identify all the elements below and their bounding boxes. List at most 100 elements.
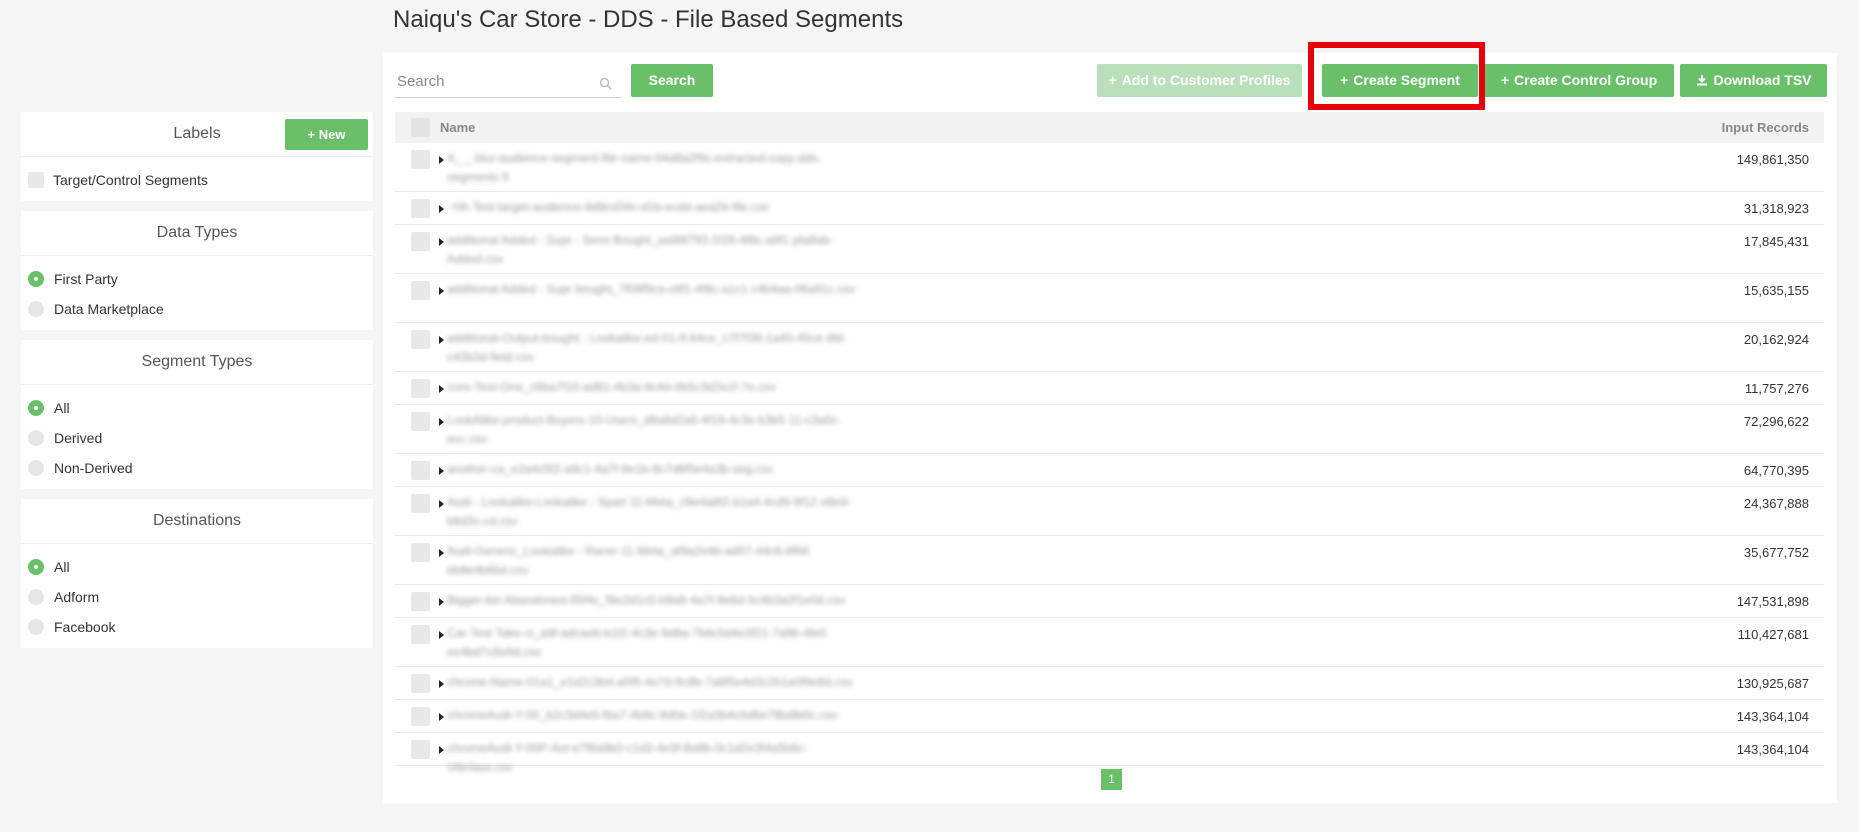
segment-type-non-derived[interactable]: Non-Derived — [21, 453, 373, 483]
table-row[interactable]: additional-Output-bought - Lookalike-ed-… — [395, 323, 1824, 372]
expand-caret-icon[interactable] — [439, 238, 444, 246]
segment-types-panel: Segment Types All Derived Non-Derived — [21, 340, 373, 489]
segment-name[interactable]: Audi-Generic_Lookalike - Racer-11-Meta_a… — [447, 542, 867, 580]
column-records-header[interactable]: Input Records — [1722, 120, 1824, 135]
destination-facebook[interactable]: Facebook — [21, 612, 373, 642]
row-checkbox[interactable] — [411, 543, 430, 562]
add-to-customer-profiles-button[interactable]: + Add to Customer Profiles — [1097, 64, 1302, 97]
segment-name[interactable]: additional-Output-bought - Lookalike-ed-… — [447, 329, 867, 367]
download-tsv-label: Download TSV — [1713, 72, 1812, 88]
row-checkbox[interactable] — [411, 592, 430, 611]
row-checkbox[interactable] — [411, 232, 430, 251]
table-row[interactable]: chromeAudi-Y-00_b2c3d4e5-f6a7-4b8c-9d0e-… — [395, 700, 1824, 733]
new-label-button[interactable]: + New — [285, 119, 368, 150]
expand-caret-icon[interactable] — [439, 418, 444, 426]
plus-icon: + — [1500, 72, 1510, 88]
radio-selected[interactable] — [28, 400, 44, 416]
expand-caret-icon[interactable] — [439, 631, 444, 639]
row-checkbox[interactable] — [411, 199, 430, 218]
page-title: Naiqu's Car Store - DDS - File Based Seg… — [393, 6, 904, 33]
radio-selected[interactable] — [28, 271, 44, 287]
segment-name[interactable]: core-Test-One_c6ba7f10-ad81-4b3a-9c4d-0b… — [447, 378, 867, 397]
search-input[interactable] — [395, 67, 597, 95]
download-tsv-button[interactable]: Download TSV — [1680, 64, 1827, 97]
segment-name[interactable]: additional Added - Supr bought_7f09f9ca-… — [447, 280, 867, 299]
expand-caret-icon[interactable] — [439, 205, 444, 213]
segment-type-derived[interactable]: Derived — [21, 423, 373, 453]
destination-adform[interactable]: Adform — [21, 582, 373, 612]
destination-all[interactable]: All — [21, 552, 373, 582]
segment-name[interactable]: A_ _ blur-audience-segment-file-name-04d… — [447, 149, 867, 187]
segment-name[interactable]: Car-Test Take-ci_a9f-adcaeb-b1f2-4c3e-9d… — [447, 624, 867, 662]
label-item-text: Target/Control Segments — [53, 172, 208, 188]
expand-caret-icon[interactable] — [439, 385, 444, 393]
pagination-page-1[interactable]: 1 — [1101, 769, 1122, 790]
segment-name[interactable]: Bigger-list-Abandoned-05f4c_f8e2d1c0-b9a… — [447, 591, 867, 610]
segments-panel: Search +Add to Customer Profiles +Create… — [383, 53, 1837, 803]
table-row[interactable]: additional Added - Supr - Semi Bought_aa… — [395, 225, 1824, 274]
expand-caret-icon[interactable] — [439, 746, 444, 754]
segment-type-all[interactable]: All — [21, 393, 373, 423]
expand-caret-icon[interactable] — [439, 549, 444, 557]
expand-caret-icon[interactable] — [439, 156, 444, 164]
row-checkbox[interactable] — [411, 281, 430, 300]
table-row[interactable]: Bigger-list-Abandoned-05f4c_f8e2d1c0-b9a… — [395, 585, 1824, 618]
search-button[interactable]: Search — [631, 64, 713, 97]
expand-caret-icon[interactable] — [439, 713, 444, 721]
table-row[interactable]: Audi - Lookalike-Lookalike - Spart 11-Me… — [395, 487, 1824, 536]
option-label: First Party — [54, 271, 118, 287]
expand-caret-icon[interactable] — [439, 287, 444, 295]
table-row[interactable]: A_ _ blur-audience-segment-file-name-04d… — [395, 143, 1824, 192]
radio-selected[interactable] — [28, 559, 44, 575]
create-segment-button[interactable]: + Create Segment — [1322, 64, 1478, 97]
segment-name[interactable]: Audi - Lookalike-Lookalike - Spart 11-Me… — [447, 493, 867, 531]
radio-unselected[interactable] — [28, 619, 44, 635]
radio-unselected[interactable] — [28, 430, 44, 446]
row-checkbox[interactable] — [411, 461, 430, 480]
create-control-group-button[interactable]: + Create Control Group — [1484, 64, 1674, 97]
table-row[interactable]: additional Added - Supr bought_7f09f9ca-… — [395, 274, 1824, 323]
radio-unselected[interactable] — [28, 301, 44, 317]
expand-caret-icon[interactable] — [439, 336, 444, 344]
table-row[interactable]: Car-Test Take-ci_a9f-adcaeb-b1f2-4c3e-9d… — [395, 618, 1824, 667]
table-row[interactable]: ~Hh Test target-audience-8d9cd34c-d1b-ec… — [395, 192, 1824, 225]
row-checkbox[interactable] — [411, 494, 430, 513]
table-row[interactable]: chromeAudi-Y-00P-Ast-e7f8a9b0-c1d2-4e3f-… — [395, 733, 1824, 774]
expand-caret-icon[interactable] — [439, 500, 444, 508]
segment-name[interactable]: chrome-Name-01a1_e1d2c3b4-a5f6-4e7d-9c8b… — [447, 673, 867, 692]
radio-unselected[interactable] — [28, 589, 44, 605]
row-checkbox[interactable] — [411, 740, 430, 759]
label-checkbox[interactable] — [28, 172, 44, 188]
segment-name[interactable]: ~Hh Test target-audience-8d9cd34c-d1b-ec… — [447, 198, 867, 217]
data-type-marketplace[interactable]: Data Marketplace — [21, 294, 373, 324]
select-all-checkbox[interactable] — [411, 118, 430, 137]
expand-caret-icon[interactable] — [439, 467, 444, 475]
search-icon — [599, 77, 612, 90]
expand-caret-icon[interactable] — [439, 680, 444, 688]
row-checkbox[interactable] — [411, 674, 430, 693]
search-box — [395, 67, 621, 98]
labels-panel: Labels + New Target/Control Segments — [21, 112, 373, 201]
table-row[interactable]: core-Test-One_c6ba7f10-ad81-4b3a-9c4d-0b… — [395, 372, 1824, 405]
table-row[interactable]: Audi-Generic_Lookalike - Racer-11-Meta_a… — [395, 536, 1824, 585]
table-row[interactable]: another-ca_e2a4c5f2-a9c1-4a7f-9e1b-8c7d6… — [395, 454, 1824, 487]
segment-name[interactable]: LookAlike-product-Buyers-10-Users_d8a8d2… — [447, 411, 867, 449]
segment-name[interactable]: another-ca_e2a4c5f2-a9c1-4a7f-9e1b-8c7d6… — [447, 460, 867, 479]
table-row[interactable]: chrome-Name-01a1_e1d2c3b4-a5f6-4e7d-9c8b… — [395, 667, 1824, 700]
input-records-value: 149,861,350 — [1736, 152, 1809, 167]
radio-unselected[interactable] — [28, 460, 44, 476]
row-checkbox[interactable] — [411, 150, 430, 169]
label-item-target-control[interactable]: Target/Control Segments — [21, 165, 373, 195]
row-checkbox[interactable] — [411, 412, 430, 431]
expand-caret-icon[interactable] — [439, 598, 444, 606]
row-checkbox[interactable] — [411, 707, 430, 726]
table-row[interactable]: LookAlike-product-Buyers-10-Users_d8a8d2… — [395, 405, 1824, 454]
column-name-header[interactable]: Name — [440, 120, 475, 135]
row-checkbox[interactable] — [411, 625, 430, 644]
segment-name[interactable]: chromeAudi-Y-00P-Ast-e7f8a9b0-c1d2-4e3f-… — [447, 739, 867, 777]
data-type-first-party[interactable]: First Party — [21, 264, 373, 294]
row-checkbox[interactable] — [411, 379, 430, 398]
row-checkbox[interactable] — [411, 330, 430, 349]
segment-name[interactable]: chromeAudi-Y-00_b2c3d4e5-f6a7-4b8c-9d0e-… — [447, 706, 867, 725]
segment-name[interactable]: additional Added - Supr - Semi Bought_aa… — [447, 231, 867, 269]
